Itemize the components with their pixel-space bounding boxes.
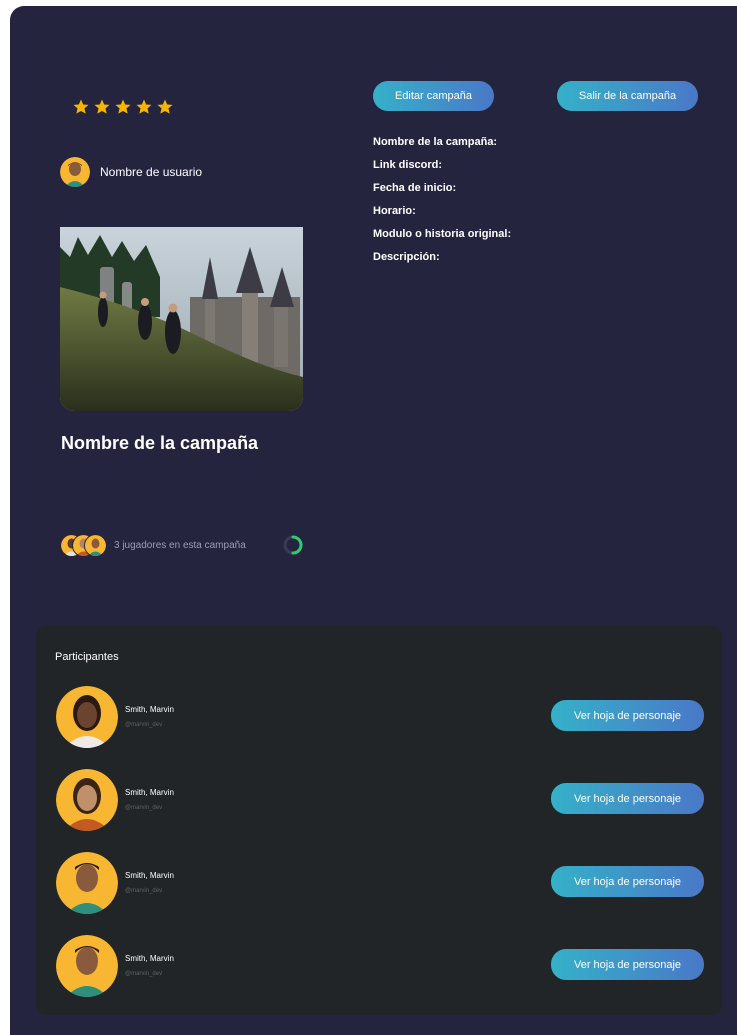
participant-handle: @marvin_dev [125, 971, 163, 977]
participant-name: Smith, Marvin [125, 871, 174, 880]
info-start-date: Fecha de inicio: [373, 182, 457, 194]
loading-spinner-icon [283, 535, 303, 555]
avatar [84, 534, 107, 557]
rating-stars [72, 98, 174, 116]
campaign-info-list: Nombre de la campaña: Link discord: Fech… [373, 135, 511, 273]
leave-campaign-button[interactable]: Salir de la campaña [557, 81, 698, 111]
castle-landscape-image [60, 227, 303, 411]
participant-handle: @marvin_dev [125, 805, 163, 811]
info-module: Modulo o historia original: [373, 228, 512, 240]
campaign-card: Nombre de usuario Nombre de la campaña 3… [10, 6, 737, 1035]
star-icon [94, 99, 110, 114]
info-discord-link: Link discord: [373, 159, 443, 171]
players-count-text: 3 jugadores en esta campaña [114, 539, 246, 551]
star-icon [115, 99, 131, 114]
participant-name: Smith, Marvin [125, 788, 174, 797]
participant-row: Smith, Marvin @marvin_dev Ver hoja de pe… [56, 686, 704, 748]
campaign-title: Nombre de la campaña [61, 433, 259, 453]
info-campaign-name: Nombre de la campaña: [373, 136, 498, 148]
avatar [56, 935, 118, 997]
star-icon [136, 99, 152, 114]
participants-panel: Participantes Smith, Marvin @marvin_dev … [36, 626, 722, 1015]
participant-row: Smith, Marvin @marvin_dev Ver hoja de pe… [56, 935, 704, 997]
view-character-sheet-button[interactable]: Ver hoja de personaje [551, 700, 704, 731]
participant-handle: @marvin_dev [125, 722, 163, 728]
star-icon [157, 99, 173, 114]
player-avatars [60, 534, 108, 557]
avatar [56, 686, 118, 748]
info-description: Descripción: [373, 251, 440, 263]
players-summary[interactable]: 3 jugadores en esta campaña [60, 534, 246, 557]
campaign-image [60, 227, 303, 411]
username: Nombre de usuario [100, 165, 203, 179]
participant-name: Smith, Marvin [125, 954, 174, 963]
avatar [56, 769, 118, 831]
participant-name: Smith, Marvin [125, 705, 174, 714]
campaign-owner[interactable]: Nombre de usuario [60, 157, 202, 187]
star-icon [73, 99, 89, 114]
edit-campaign-button[interactable]: Editar campaña [373, 81, 494, 111]
participants-title: Participantes [55, 651, 119, 663]
participant-row: Smith, Marvin @marvin_dev Ver hoja de pe… [56, 769, 704, 831]
avatar [56, 852, 118, 914]
participant-handle: @marvin_dev [125, 888, 163, 894]
view-character-sheet-button[interactable]: Ver hoja de personaje [551, 783, 704, 814]
participant-row: Smith, Marvin @marvin_dev Ver hoja de pe… [56, 852, 704, 914]
view-character-sheet-button[interactable]: Ver hoja de personaje [551, 866, 704, 897]
avatar [60, 157, 90, 187]
info-schedule: Horario: [373, 205, 416, 217]
view-character-sheet-button[interactable]: Ver hoja de personaje [551, 949, 704, 980]
